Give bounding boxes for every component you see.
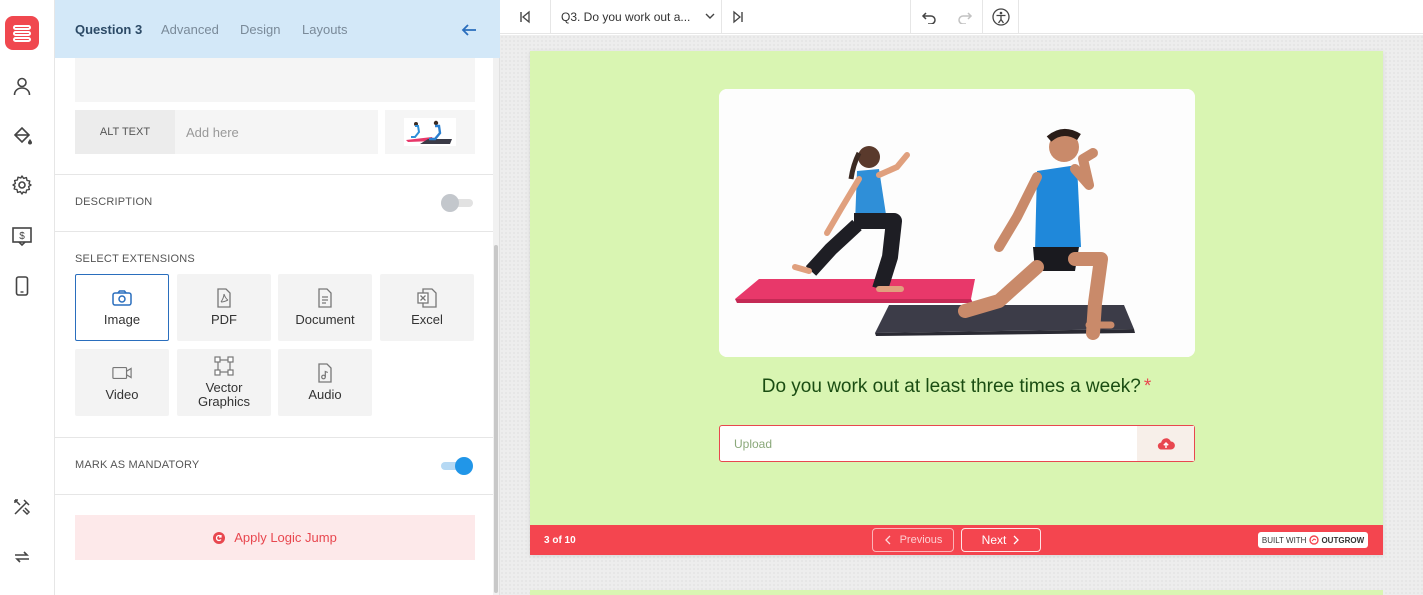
apply-logic-jump-button[interactable]: Apply Logic Jump (75, 515, 475, 560)
pricing-icon[interactable]: $ (8, 222, 36, 250)
outgrow-brand-text: OUTGROW (1321, 535, 1365, 545)
cloud-upload-icon (1157, 437, 1175, 450)
upload-field[interactable]: Upload (719, 425, 1195, 462)
extension-document[interactable]: Document (278, 274, 372, 341)
vector-icon (214, 356, 234, 376)
extension-video[interactable]: Video (75, 349, 169, 416)
logic-jump-icon (213, 531, 226, 544)
extension-pdf[interactable]: PDF (177, 274, 271, 341)
previous-label: Previous (899, 534, 943, 546)
document-icon (315, 288, 335, 308)
paint-bucket-icon[interactable] (8, 121, 36, 149)
icon-rail: $ (0, 0, 55, 595)
tab-design[interactable]: Design (240, 22, 280, 37)
question-toolbar: Q3. Do you work out a... (500, 0, 1423, 34)
extension-label: Vector Graphics (197, 380, 251, 409)
panel-content: ALT TEXT Add here DESCRIPTION SELECT EXT… (55, 58, 500, 595)
extension-label: PDF (211, 312, 237, 327)
extension-label: Document (295, 312, 355, 327)
last-question-icon[interactable] (727, 0, 749, 34)
tab-layouts[interactable]: Layouts (302, 22, 348, 37)
card-footer: 3 of 10 Previous Next BUILT WITH OUTGROW (530, 525, 1383, 555)
extension-excel[interactable]: Excel (380, 274, 474, 341)
tools-icon[interactable] (8, 493, 36, 521)
extension-label: Video (105, 387, 139, 402)
svg-text:$: $ (19, 231, 25, 242)
description-toggle[interactable] (441, 194, 473, 212)
panel-scrollbar-thumb[interactable] (494, 245, 498, 593)
pdf-file-icon (214, 288, 234, 308)
tab-advanced[interactable]: Advanced (161, 22, 219, 37)
description-label: DESCRIPTION (75, 196, 153, 208)
mandatory-toggle[interactable] (441, 457, 473, 475)
extension-label: Excel (411, 312, 443, 327)
question-select[interactable]: Q3. Do you work out a... (551, 0, 721, 34)
chevron-right-icon (1013, 535, 1020, 545)
question-title: Do you work out at least three times a w… (530, 376, 1383, 398)
upload-placeholder: Upload (734, 437, 773, 451)
upload-button[interactable] (1137, 426, 1194, 461)
built-with-text: BUILT WITH (1261, 535, 1307, 545)
video-icon (112, 363, 132, 383)
previous-button[interactable]: Previous (872, 528, 954, 552)
panel-tab-bar: Question 3 Advanced Design Layouts (55, 0, 500, 58)
question-select-value: Q3. Do you work out a... (561, 10, 691, 24)
question-text: Do you work out at least three times a w… (761, 376, 1141, 397)
tab-question[interactable]: Question 3 (75, 22, 142, 37)
logo-icon[interactable] (5, 16, 39, 50)
question-settings-panel: Question 3 Advanced Design Layouts ALT T… (55, 0, 500, 595)
question-card: Do you work out at least three times a w… (530, 51, 1383, 555)
chevron-left-icon (884, 535, 891, 545)
audio-file-icon (315, 363, 335, 383)
extension-image[interactable]: Image (75, 274, 169, 341)
alt-text-input[interactable]: Add here (175, 110, 378, 154)
first-question-icon[interactable] (514, 0, 536, 34)
required-marker: * (1143, 376, 1152, 397)
question-image[interactable] (719, 89, 1195, 357)
image-preview-area (75, 58, 475, 102)
accessibility-icon[interactable] (990, 0, 1012, 34)
alt-text-label: ALT TEXT (75, 110, 175, 154)
sync-icon[interactable] (8, 543, 36, 571)
camera-icon (112, 288, 132, 308)
chevron-down-icon (705, 13, 715, 19)
excel-icon (417, 288, 437, 308)
outgrow-logo-icon (1309, 535, 1320, 545)
next-button[interactable]: Next (961, 528, 1041, 552)
extension-audio[interactable]: Audio (278, 349, 372, 416)
built-with-badge[interactable]: BUILT WITH OUTGROW (1258, 532, 1368, 548)
progress-count: 3 of 10 (544, 535, 576, 546)
image-thumbnail[interactable] (385, 110, 475, 154)
next-label: Next (981, 533, 1007, 547)
gear-icon[interactable] (8, 171, 36, 199)
undo-icon[interactable] (918, 0, 940, 34)
next-question-card-edge (530, 590, 1383, 595)
extensions-label: SELECT EXTENSIONS (75, 253, 195, 265)
user-icon[interactable] (8, 72, 36, 100)
redo-icon[interactable] (954, 0, 976, 34)
mandatory-label: MARK AS MANDATORY (75, 459, 200, 471)
logic-jump-label: Apply Logic Jump (234, 530, 337, 545)
extension-label: Audio (308, 387, 342, 402)
back-arrow-icon[interactable] (459, 20, 479, 40)
extension-label: Image (103, 312, 141, 327)
extension-vector-graphics[interactable]: Vector Graphics (177, 349, 271, 416)
mobile-icon[interactable] (8, 272, 36, 300)
